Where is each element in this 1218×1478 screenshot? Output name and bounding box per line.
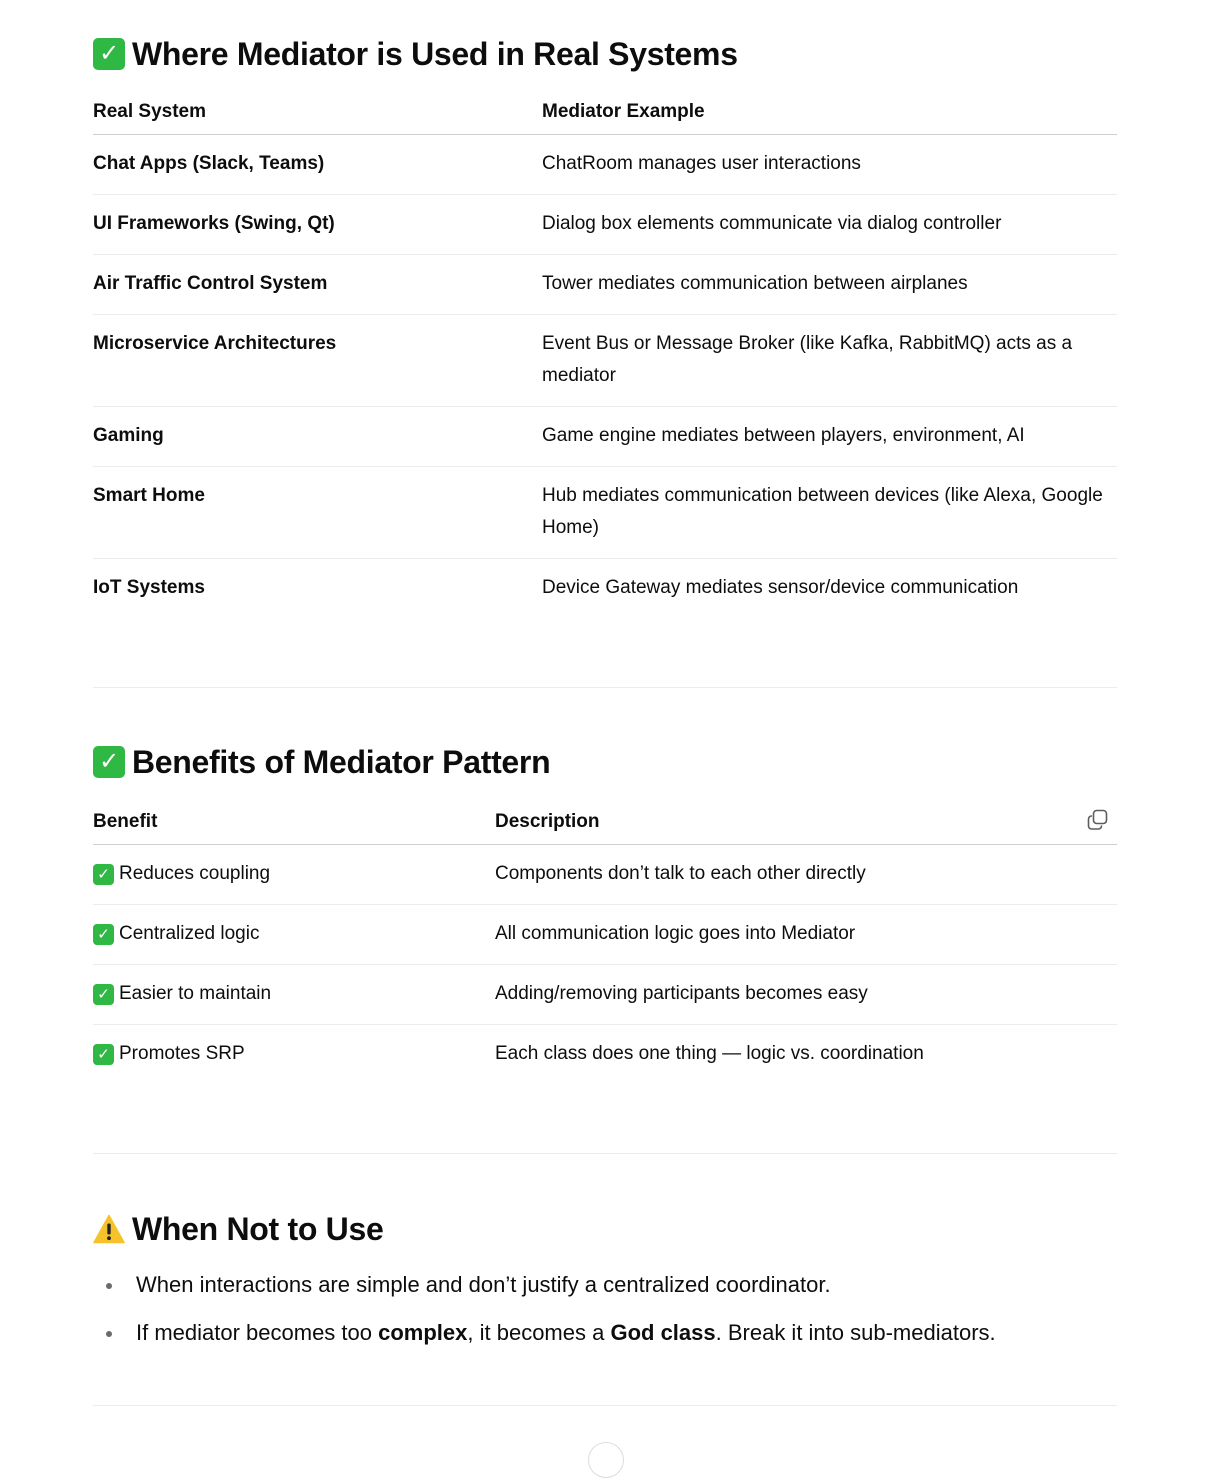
mediator-example-text: Tower mediates communication between air… — [542, 273, 968, 294]
bold-text: complex — [378, 1320, 468, 1345]
benefit-content: ✓ Centralized logic — [93, 905, 495, 964]
real-system-name: Air Traffic Control System — [93, 273, 328, 294]
real-system-name: Gaming — [93, 425, 164, 446]
description-cell: Components don’t talk to each other dire… — [495, 844, 1117, 905]
benefits-table-body: ✓ Reduces coupling Components don’t talk t… — [93, 844, 1117, 1085]
mediator-example-text: Game engine mediates between players, en… — [542, 425, 1025, 446]
column-header-benefit: Benefit — [93, 800, 495, 845]
benefits-table-wrapper: Benefit Description ✓ Reduces coupling Com… — [93, 800, 1117, 1084]
table-row: Smart Home Hub mediates communication bet… — [93, 466, 1117, 559]
benefit-description: Adding/removing participants becomes eas… — [495, 983, 868, 1004]
real-system-name: Smart Home — [93, 485, 205, 506]
check-mark-button-icon: ✓ — [93, 1043, 114, 1065]
mediator-example-cell: Tower mediates communication between air… — [542, 254, 1117, 315]
description-cell: Each class does one thing — logic vs. co… — [495, 1025, 1117, 1085]
section-heading-text: Where Mediator is Used in Real Systems — [132, 35, 738, 72]
table-row: Chat Apps (Slack, Teams) ChatRoom manages… — [93, 134, 1117, 195]
table-header-row: Benefit Description — [93, 800, 1117, 845]
table-row: Microservice Architectures Event Bus or M… — [93, 314, 1117, 407]
check-mark-button-icon: ✓ — [93, 746, 125, 778]
mediator-example-cell: Device Gateway mediates sensor/device co… — [542, 559, 1117, 619]
real-system-cell: Microservice Architectures — [93, 314, 542, 407]
copy-icon[interactable] — [1086, 808, 1110, 832]
benefit-description: Each class does one thing — logic vs. co… — [495, 1043, 924, 1064]
check-mark-button-icon: ✓ — [93, 38, 125, 70]
bold-text: God class — [610, 1320, 716, 1345]
section-heading-real-systems: ✓ Where Mediator is Used in Real Systems — [93, 34, 738, 74]
table-row: IoT Systems Device Gateway mediates senso… — [93, 559, 1117, 619]
scroll-down-button[interactable] — [588, 1442, 624, 1478]
benefit-content: ✓ Promotes SRP — [93, 1025, 495, 1084]
list-item: If mediator becomes too complex, it beco… — [93, 1317, 1117, 1365]
column-header-description: Description — [495, 800, 1117, 845]
benefits-table: Benefit Description ✓ Reduces coupling Com… — [93, 800, 1117, 1084]
check-mark-button-icon: ✓ — [93, 863, 114, 885]
section-divider — [93, 1153, 1117, 1154]
section-heading-text: Benefits of Mediator Pattern — [132, 743, 551, 780]
benefit-content: ✓ Easier to maintain — [93, 965, 495, 1024]
section-heading-benefits: ✓ Benefits of Mediator Pattern — [93, 742, 551, 782]
real-system-name: UI Frameworks (Swing, Qt) — [93, 213, 335, 234]
column-header-real-system: Real System — [93, 90, 542, 135]
mediator-example-text: Event Bus or Message Broker (like Kafka,… — [542, 333, 1073, 386]
benefit-cell: ✓ Promotes SRP — [93, 1025, 495, 1085]
real-system-name: IoT Systems — [93, 577, 205, 598]
real-system-cell: IoT Systems — [93, 559, 542, 619]
table-row: UI Frameworks (Swing, Qt) Dialog box elem… — [93, 194, 1117, 255]
list-item-text: , it becomes a — [467, 1320, 611, 1345]
list-item-text: If mediator becomes too — [136, 1320, 379, 1345]
real-system-cell: UI Frameworks (Swing, Qt) — [93, 194, 542, 255]
real-system-name: Microservice Architectures — [93, 333, 337, 354]
list-item: When interactions are simple and don’t j… — [93, 1269, 1117, 1317]
column-header-mediator-example: Mediator Example — [542, 90, 1117, 135]
real-system-cell: Chat Apps (Slack, Teams) — [93, 134, 542, 195]
mediator-example-cell: Hub mediates communication between devic… — [542, 466, 1117, 559]
real-system-cell: Smart Home — [93, 466, 542, 559]
description-cell: Adding/removing participants becomes eas… — [495, 964, 1117, 1025]
mediator-example-cell: ChatRoom manages user interactions — [542, 134, 1117, 195]
mediator-example-cell: Event Bus or Message Broker (like Kafka,… — [542, 314, 1117, 407]
benefit-name: Reduces coupling — [119, 863, 271, 884]
mediator-example-cell: Dialog box elements communicate via dial… — [542, 194, 1117, 255]
mediator-example-cell: Game engine mediates between players, en… — [542, 406, 1117, 467]
real-systems-table-body: Chat Apps (Slack, Teams) ChatRoom manages… — [93, 134, 1117, 619]
real-system-cell: Gaming — [93, 406, 542, 467]
table-row: ✓ Centralized logic All communication logi… — [93, 904, 1117, 965]
table-row: Air Traffic Control System Tower mediates… — [93, 254, 1117, 315]
table-row: ✓ Promotes SRP Each class does one thing —… — [93, 1025, 1117, 1085]
real-system-name: Chat Apps (Slack, Teams) — [93, 153, 325, 174]
section-divider — [93, 687, 1117, 688]
benefit-name: Easier to maintain — [119, 983, 272, 1004]
benefit-description: Components don’t talk to each other dire… — [495, 863, 866, 884]
when-not-to-use-list: When interactions are simple and don’t j… — [93, 1269, 1117, 1365]
column-header-description-label: Description — [495, 811, 600, 832]
benefit-name: Promotes SRP — [119, 1043, 245, 1064]
real-system-cell: Air Traffic Control System — [93, 254, 542, 315]
benefit-cell: ✓ Reduces coupling — [93, 844, 495, 905]
section-divider — [93, 1405, 1117, 1406]
mediator-example-text: ChatRoom manages user interactions — [542, 153, 861, 174]
list-item-text: When interactions are simple and don’t j… — [136, 1272, 831, 1297]
warning-icon — [93, 1214, 125, 1244]
mediator-example-text: Device Gateway mediates sensor/device co… — [542, 577, 1019, 598]
benefit-cell: ✓ Centralized logic — [93, 904, 495, 965]
real-systems-table-wrapper: Real System Mediator Example Chat Apps (… — [93, 90, 1117, 618]
check-mark-button-icon: ✓ — [93, 983, 114, 1005]
benefit-content: ✓ Reduces coupling — [93, 845, 495, 904]
section-heading-when-not-to-use: When Not to Use — [93, 1209, 384, 1249]
mediator-example-text: Dialog box elements communicate via dial… — [542, 213, 1002, 234]
table-row: Gaming Game engine mediates between playe… — [93, 406, 1117, 467]
section-heading-text: When Not to Use — [132, 1210, 384, 1247]
table-row: ✓ Reduces coupling Components don’t talk t… — [93, 844, 1117, 905]
benefit-cell: ✓ Easier to maintain — [93, 964, 495, 1025]
mediator-example-text: Hub mediates communication between devic… — [542, 485, 1103, 538]
benefit-description: All communication logic goes into Mediat… — [495, 923, 856, 944]
benefit-name: Centralized logic — [119, 923, 260, 944]
real-systems-table: Real System Mediator Example Chat Apps (… — [93, 90, 1117, 618]
table-header-row: Real System Mediator Example — [93, 90, 1117, 135]
check-mark-button-icon: ✓ — [93, 923, 114, 945]
list-item-text: . Break it into sub-mediators. — [715, 1320, 996, 1345]
description-cell: All communication logic goes into Mediat… — [495, 904, 1117, 965]
table-row: ✓ Easier to maintain Adding/removing parti… — [93, 964, 1117, 1025]
